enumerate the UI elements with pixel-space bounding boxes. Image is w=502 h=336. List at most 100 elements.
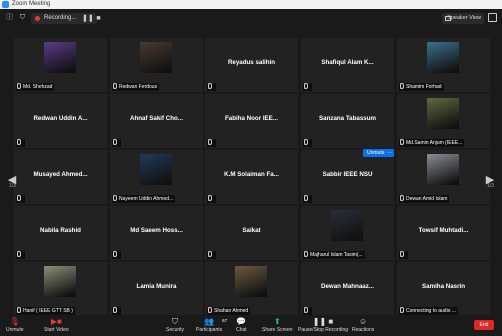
stop-recording-icon[interactable]: ■ xyxy=(94,14,103,23)
participant-label xyxy=(207,195,216,203)
participant-tile[interactable]: Dewan Amid Islam xyxy=(397,150,490,204)
recording-control-label: Pause/Stop Recording xyxy=(298,327,349,333)
muted-mic-icon xyxy=(304,139,308,145)
muted-mic-icon xyxy=(17,83,21,89)
pause-stop-recording-button[interactable]: ❚❚ ■ Pause/Stop Recording xyxy=(298,317,348,333)
participant-tile[interactable]: Musayed Ahmed... xyxy=(14,150,107,204)
participant-label xyxy=(112,251,121,259)
security-button[interactable]: ⛉ Security xyxy=(166,317,184,333)
participant-tile[interactable]: Dewan Mahnaaz... xyxy=(301,262,394,316)
muted-mic-icon xyxy=(113,195,117,201)
participant-tile[interactable]: Md Saeem Hoss... xyxy=(110,206,203,260)
start-video-button[interactable]: ▶■ Start Video xyxy=(44,317,69,333)
participant-tile[interactable]: Redwan Ferdous xyxy=(110,38,203,92)
participant-tile[interactable]: Sanzana Tabassum xyxy=(301,94,394,148)
participant-tile[interactable]: Shafiqul Alam K... xyxy=(301,38,394,92)
pause-recording-icon[interactable]: ❚❚ xyxy=(82,14,94,23)
participant-tile[interactable]: Redwan Uddin A... xyxy=(14,94,107,148)
muted-mic-icon xyxy=(208,195,212,201)
participant-tile[interactable]: Ahnaf Sakif Cho... xyxy=(110,94,203,148)
participant-tile[interactable]: Nabila Rashid xyxy=(14,206,107,260)
participant-tile[interactable]: Md. Shehzad xyxy=(14,38,107,92)
participant-name: Samiha Nasrin xyxy=(422,283,465,290)
participant-name: Fabiha Noor IEE... xyxy=(225,115,278,122)
pause-stop-icon: ❚❚ ■ xyxy=(312,317,334,326)
participant-label: Dewan Amid Islam xyxy=(399,195,450,203)
muted-mic-icon xyxy=(208,83,212,89)
muted-mic-icon xyxy=(304,83,308,89)
participant-tile[interactable]: Md.Samin Anjum (IEEE... xyxy=(397,94,490,148)
microphone-muted-icon: 🎙 xyxy=(9,317,20,326)
participant-label: Connecting to audio ... xyxy=(399,307,459,315)
start-video-label: Start Video xyxy=(44,327,69,333)
participant-tile[interactable]: Samiha Nasrin Connecting to audio ... xyxy=(397,262,490,316)
participant-label-text: Shamim Forhad xyxy=(406,84,442,90)
participant-tile[interactable]: K.M Solaiman Fa... xyxy=(205,150,298,204)
muted-mic-icon xyxy=(113,83,117,89)
participant-label xyxy=(399,251,408,259)
muted-mic-icon xyxy=(113,139,117,145)
muted-mic-icon xyxy=(400,195,404,201)
participant-label xyxy=(303,139,312,147)
participant-tile[interactable]: Shahan Ahmed xyxy=(205,262,298,316)
muted-mic-icon xyxy=(400,83,404,89)
unmute-button[interactable]: 🎙 Unmute xyxy=(6,317,24,333)
unmute-request-button[interactable]: Unmute xyxy=(363,149,389,157)
participant-tile[interactable]: Saikat xyxy=(205,206,298,260)
participant-name: Redwan Uddin A... xyxy=(33,115,88,122)
participant-label xyxy=(112,307,121,315)
participant-tile[interactable]: Shamim Forhad xyxy=(397,38,490,92)
participant-label xyxy=(16,139,25,147)
security-shield-icon: ⛉ xyxy=(172,317,179,326)
participants-label: Participants xyxy=(196,327,223,333)
participant-tile[interactable]: Nayeem Uddin Ahmed... xyxy=(110,150,203,204)
participant-tile[interactable]: Reyadus salihin xyxy=(205,38,298,92)
participant-video-thumbnail xyxy=(140,42,172,73)
muted-mic-icon xyxy=(17,251,21,257)
participant-label-text: Dewan Amid Islam xyxy=(406,196,448,202)
grid-view-icon xyxy=(445,16,451,21)
participant-label: Hanif ( IEEE GTT SB ) xyxy=(16,307,75,315)
chat-label: Chat xyxy=(236,327,247,333)
participant-video-thumbnail xyxy=(331,210,363,241)
shield-icon[interactable]: ⛉ xyxy=(18,13,27,22)
participant-video-thumbnail xyxy=(235,266,267,297)
participant-tile[interactable]: Towsif Muhtadi... xyxy=(397,206,490,260)
participant-label-text: Shahan Ahmed xyxy=(214,308,249,314)
participant-label-text: Redwan Ferdous xyxy=(119,84,158,90)
participant-video-thumbnail xyxy=(44,42,76,73)
participant-tile[interactable]: Lamia Munira xyxy=(110,262,203,316)
participant-video-thumbnail xyxy=(427,98,459,129)
info-icon[interactable]: ⓘ xyxy=(5,13,14,22)
participant-label: Shamim Forhad xyxy=(399,83,444,91)
participant-tile[interactable]: Fabiha Noor IEE... xyxy=(205,94,298,148)
muted-mic-icon xyxy=(400,139,404,145)
fullscreen-icon[interactable] xyxy=(488,13,497,22)
muted-mic-icon xyxy=(208,307,212,313)
participant-label xyxy=(207,83,216,91)
recording-dot-icon xyxy=(35,16,40,21)
reactions-label: Reactions xyxy=(352,327,375,333)
participants-icon: 👥 67 xyxy=(204,317,228,326)
participant-tile[interactable]: Sabbir IEEE NSU xyxy=(301,150,394,204)
participant-label: Majharul Islam Tasim(... xyxy=(303,251,365,259)
share-screen-button[interactable]: ⬆ Share Screen xyxy=(262,317,293,333)
participant-label-text: Md.Samin Anjum (IEEE... xyxy=(406,140,463,146)
participant-label: Md. Shehzad xyxy=(16,83,55,91)
end-meeting-button[interactable]: End xyxy=(474,320,494,330)
participant-label xyxy=(16,251,25,259)
participant-video-thumbnail xyxy=(427,154,459,185)
share-screen-label: Share Screen xyxy=(262,327,293,333)
participant-name: Reyadus salihin xyxy=(227,59,276,66)
reactions-button[interactable]: ☺ Reactions xyxy=(352,317,374,333)
participants-button[interactable]: 👥 67 Participants xyxy=(196,317,228,333)
participant-tile[interactable]: Hanif ( IEEE GTT SB ) xyxy=(14,262,107,316)
chat-button[interactable]: 💬 Chat xyxy=(236,317,247,333)
more-options-button[interactable]: ··· xyxy=(386,149,394,157)
speaker-view-button[interactable]: Speaker View xyxy=(442,13,484,24)
muted-mic-icon xyxy=(400,251,404,257)
participant-tile[interactable]: Majharul Islam Tasim(... xyxy=(301,206,394,260)
participant-name: Towsif Muhtadi... xyxy=(418,227,469,234)
speaker-view-label: Speaker View xyxy=(447,15,481,21)
participant-label xyxy=(112,139,121,147)
